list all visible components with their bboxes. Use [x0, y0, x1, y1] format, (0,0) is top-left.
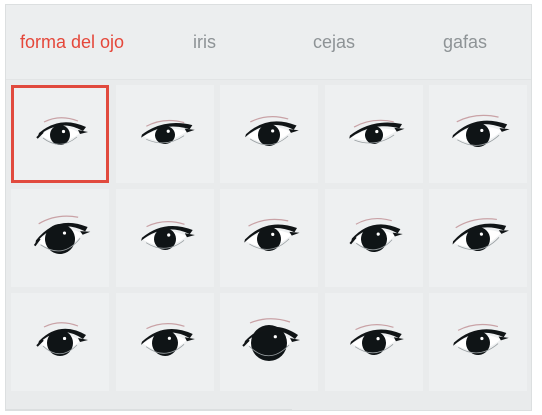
eye-shape-option-1[interactable] — [11, 85, 109, 183]
eye-shape-option-3[interactable] — [220, 85, 318, 183]
eye-shape-option-9[interactable] — [325, 189, 423, 287]
eye-shape-option-11[interactable] — [11, 293, 109, 391]
eye-shape-1-icon — [36, 117, 88, 145]
eye-shape-option-15[interactable] — [429, 293, 527, 391]
eye-shape-option-10[interactable] — [429, 189, 527, 287]
eye-shape-7-icon — [141, 221, 195, 250]
eye-shape-panel: forma del ojo iris cejas gafas — [5, 4, 532, 411]
eye-shape-5-icon — [452, 114, 510, 147]
eye-shape-8-icon — [244, 218, 300, 251]
eye-shape-10-icon — [452, 218, 509, 251]
eye-shape-4-icon — [349, 119, 405, 144]
tab-gafas[interactable]: gafas — [443, 29, 487, 55]
eye-shape-option-4[interactable] — [325, 85, 423, 183]
eye-shape-15-icon — [453, 323, 509, 355]
eye-shape-option-5[interactable] — [429, 85, 527, 183]
eye-shape-6-icon — [33, 215, 91, 254]
tab-iris[interactable]: iris — [193, 29, 216, 55]
eye-shape-14-icon — [350, 324, 404, 355]
eye-shape-option-8[interactable] — [220, 189, 318, 287]
eye-shape-13-icon — [242, 318, 300, 361]
eye-shape-option-6[interactable] — [11, 189, 109, 287]
eye-shape-option-12[interactable] — [116, 293, 214, 391]
eye-shape-3-icon — [245, 116, 299, 146]
eye-shape-11-icon — [36, 322, 88, 356]
eye-shape-12-icon — [141, 323, 195, 356]
eye-shape-2-icon — [141, 119, 195, 145]
scroll-divider — [5, 409, 292, 411]
eye-shape-option-13[interactable] — [220, 293, 318, 391]
category-tabs: forma del ojo iris cejas gafas — [6, 5, 531, 80]
eye-shape-9-icon — [349, 217, 403, 252]
tab-forma-del-ojo[interactable]: forma del ojo — [20, 29, 124, 55]
eye-shape-option-2[interactable] — [116, 85, 214, 183]
eye-shape-option-14[interactable] — [325, 293, 423, 391]
eye-shape-option-7[interactable] — [116, 189, 214, 287]
tab-cejas[interactable]: cejas — [313, 29, 355, 55]
